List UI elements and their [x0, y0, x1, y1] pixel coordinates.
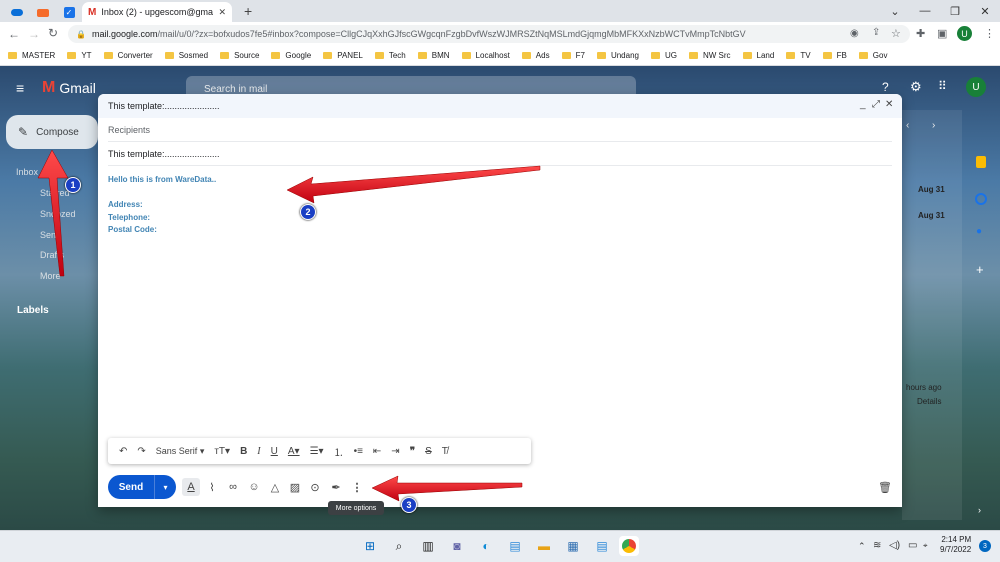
app-icon[interactable]: ▤ — [592, 536, 612, 556]
annotation-badge-3: 3 — [401, 497, 417, 513]
clock-date: 9/7/2022 — [940, 545, 972, 554]
location-icon[interactable]: ⌖ — [923, 541, 928, 551]
system-clock[interactable]: 2:14 PM 9/7/2022 — [940, 535, 971, 555]
windows-start-icon[interactable]: ⊞ — [360, 536, 380, 556]
volume-icon[interactable]: ◁) — [889, 540, 900, 551]
teams-chat-icon[interactable]: ◙ — [447, 536, 467, 556]
task-view-icon[interactable]: ▥ — [418, 536, 438, 556]
arrow-3 — [371, 475, 523, 502]
notepad-icon[interactable]: ▦ — [563, 536, 583, 556]
file-explorer-icon[interactable]: ▬ — [534, 536, 554, 556]
notification-count-badge[interactable]: 3 — [979, 540, 991, 552]
tray-chevron-icon[interactable]: ⌃ — [858, 541, 866, 552]
chrome-icon[interactable] — [619, 536, 639, 556]
battery-icon[interactable]: ▭ — [908, 540, 917, 551]
clock-time: 2:14 PM — [941, 535, 972, 544]
taskbar-search-icon[interactable]: ⌕ — [389, 536, 409, 556]
arrow-2 — [286, 165, 541, 204]
windows-taskbar — [0, 530, 1000, 562]
edge-icon[interactable]: ◐ — [476, 536, 496, 556]
annotation-badge-2: 2 — [300, 204, 316, 220]
annotation-badge-1: 1 — [65, 177, 81, 193]
annotation-arrows — [37, 149, 541, 502]
arrow-1 — [37, 149, 69, 277]
wifi-icon[interactable]: ≋ — [873, 540, 881, 551]
app-icon[interactable]: ▤ — [505, 536, 525, 556]
